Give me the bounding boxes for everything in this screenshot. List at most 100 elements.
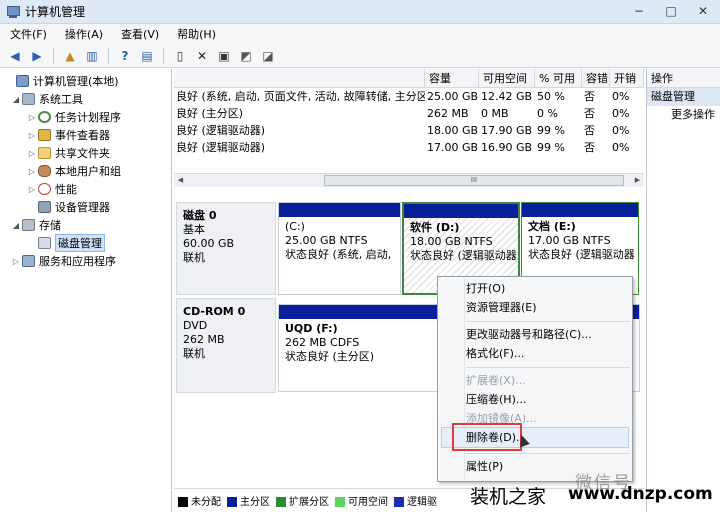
table-row[interactable]: 良好 (系统, 启动, 页面文件, 活动, 故障转储, 主分区) 25.00 G… [174, 88, 644, 105]
disk-0-info[interactable]: 磁盘 0 基本 60.00 GB 联机 [176, 202, 276, 295]
refresh-icon[interactable]: ▯ [171, 47, 189, 65]
clock-icon [38, 111, 51, 123]
volume-table: 容量 可用空间 % 可用 容错 开销 良好 (系统, 启动, 页面文件, 活动,… [174, 69, 644, 156]
horizontal-scrollbar[interactable]: ◀ III ▶ [174, 173, 644, 187]
maximize-button[interactable]: □ [660, 3, 682, 19]
cell-capacity: 262 MB [427, 107, 469, 120]
menu-action[interactable]: 操作(A) [63, 26, 105, 42]
disk-name: CD-ROM 0 [183, 305, 246, 318]
menu-view[interactable]: 查看(V) [119, 26, 161, 42]
back-icon[interactable]: ◀ [6, 47, 24, 65]
tree-item-label: 性能 [55, 183, 77, 196]
menu-file[interactable]: 文件(F) [8, 26, 49, 42]
menu-item-open[interactable]: 打开(O) [466, 279, 505, 298]
scrollbar-thumb[interactable]: III [324, 175, 624, 186]
legend-label: 未分配 [191, 497, 221, 508]
shared-folder-icon [38, 147, 51, 159]
tree-item-performance[interactable]: ▷ 性能 [0, 180, 171, 198]
computer-icon [16, 75, 29, 87]
title-bar: 计算机管理 − □ ✕ [0, 0, 720, 24]
tree-item-label: 共享文件夹 [55, 147, 110, 160]
tree-item-storage[interactable]: ◢ 存储 [0, 216, 171, 234]
delete-icon[interactable]: ✕ [193, 47, 211, 65]
column-header-free-space[interactable]: 可用空间 [479, 69, 535, 87]
partition-status: 状态良好 (逻辑驱动器 [528, 248, 635, 261]
menu-item-format[interactable]: 格式化(F)... [466, 344, 524, 363]
partition-bar [279, 203, 400, 217]
toolbar-separator [108, 47, 109, 64]
menu-item-change-drive-letter[interactable]: 更改驱动器号和路径(C)... [466, 325, 592, 344]
forward-icon[interactable]: ▶ [28, 47, 46, 65]
actions-section-disk-management[interactable]: 磁盘管理 [647, 88, 720, 106]
help-icon[interactable]: ? [116, 47, 134, 65]
up-folder-icon[interactable]: ▲ [61, 47, 79, 65]
cell-percent-free: 50 % [537, 90, 565, 103]
tree-item-label: 事件查看器 [55, 129, 110, 142]
menu-item-extend-volume: 扩展卷(X)... [466, 374, 526, 387]
tree-item-label: 计算机管理(本地) [33, 75, 119, 88]
table-row[interactable]: 良好 (主分区) 262 MB 0 MB 0 % 否 0% [174, 105, 644, 122]
menu-item-properties[interactable]: 属性(P) [466, 457, 503, 476]
tree-item-system-tools[interactable]: ◢ 系统工具 [0, 90, 171, 108]
expand-arrow-icon[interactable]: ▷ [26, 185, 38, 194]
toolbar-separator [53, 47, 54, 64]
cell-overhead: 0% [612, 141, 630, 154]
collapse-arrow-icon[interactable]: ◢ [10, 95, 22, 104]
list-view-icon[interactable]: ▤ [138, 47, 156, 65]
table-row[interactable]: 良好 (逻辑驱动器) 17.00 GB 16.90 GB 99 % 否 0% [174, 139, 644, 156]
cell-fault-tolerance: 否 [584, 90, 595, 103]
menu-bar: 文件(F) 操作(A) 查看(V) 帮助(H) [0, 24, 720, 44]
tree-item-local-users[interactable]: ▷ 本地用户和组 [0, 162, 171, 180]
expand-arrow-icon[interactable]: ▷ [26, 113, 38, 122]
minimize-button[interactable]: − [628, 3, 650, 19]
cell-status: 良好 (逻辑驱动器) [176, 141, 266, 154]
column-header-layout[interactable] [174, 69, 425, 87]
watermark-site: www.dnzp.com [568, 484, 713, 504]
properties-icon[interactable]: ▣ [215, 47, 233, 65]
cdrom-0-info[interactable]: CD-ROM 0 DVD 262 MB 联机 [176, 298, 276, 393]
tree-item-label: 本地用户和组 [55, 165, 121, 178]
watermark-brand: 装机之家 [470, 486, 547, 508]
tree-item-services-apps[interactable]: ▷ 服务和应用程序 [0, 252, 171, 270]
column-header-capacity[interactable]: 容量 [425, 69, 479, 87]
show-panel-icon[interactable]: ▥ [83, 47, 101, 65]
cell-overhead: 0% [612, 107, 630, 120]
window-title: 计算机管理 [25, 5, 86, 19]
tree-item-task-scheduler[interactable]: ▷ 任务计划程序 [0, 108, 171, 126]
legend-swatch [178, 497, 188, 507]
tree-item-event-viewer[interactable]: ▷ 事件查看器 [0, 126, 171, 144]
table-row[interactable]: 良好 (逻辑驱动器) 18.00 GB 17.90 GB 99 % 否 0% [174, 122, 644, 139]
cell-overhead: 0% [612, 124, 630, 137]
scroll-right-arrow-icon[interactable]: ▶ [632, 175, 643, 186]
column-header-fault-tolerance[interactable]: 容错 [582, 69, 610, 87]
menu-item-shrink-volume[interactable]: 压缩卷(H)... [466, 390, 526, 409]
actions-pane: 操作 磁盘管理 更多操作 [646, 69, 720, 512]
expand-arrow-icon[interactable]: ▷ [26, 131, 38, 140]
tree-item-disk-management[interactable]: 磁盘管理 [0, 234, 171, 252]
expand-arrow-icon[interactable]: ▷ [26, 167, 38, 176]
tree-item-computer-management[interactable]: 计算机管理(本地) [0, 72, 171, 90]
tree-item-device-manager[interactable]: 设备管理器 [0, 198, 171, 216]
settings-icon[interactable]: ◪ [259, 47, 277, 65]
storage-icon [22, 219, 35, 231]
menu-help[interactable]: 帮助(H) [175, 26, 218, 42]
tree-item-label: 服务和应用程序 [39, 255, 116, 268]
expand-arrow-icon[interactable]: ▷ [10, 257, 22, 266]
tree-item-label: 系统工具 [39, 93, 83, 106]
scroll-left-arrow-icon[interactable]: ◀ [175, 175, 186, 186]
tree-item-label: 磁盘管理 [55, 234, 105, 252]
close-button[interactable]: ✕ [692, 3, 714, 19]
tree-item-shared-folders[interactable]: ▷ 共享文件夹 [0, 144, 171, 162]
more-actions-link[interactable]: 更多操作 [647, 106, 720, 124]
partition-c[interactable]: (C:) 25.00 GB NTFS 状态良好 (系统, 启动, [278, 202, 401, 295]
export-icon[interactable]: ◩ [237, 47, 255, 65]
column-header-overhead[interactable]: 开销 [610, 69, 644, 87]
highlight-annotation-box [452, 423, 522, 451]
menu-item-explorer[interactable]: 资源管理器(E) [466, 298, 537, 317]
collapse-arrow-icon[interactable]: ◢ [10, 221, 22, 230]
expand-arrow-icon[interactable]: ▷ [26, 149, 38, 158]
column-header-percent-free[interactable]: % 可用 [535, 69, 582, 87]
cell-status: 良好 (主分区) [176, 107, 244, 120]
cell-free-space: 16.90 GB [481, 141, 533, 154]
cell-status: 良好 (逻辑驱动器) [176, 124, 266, 137]
